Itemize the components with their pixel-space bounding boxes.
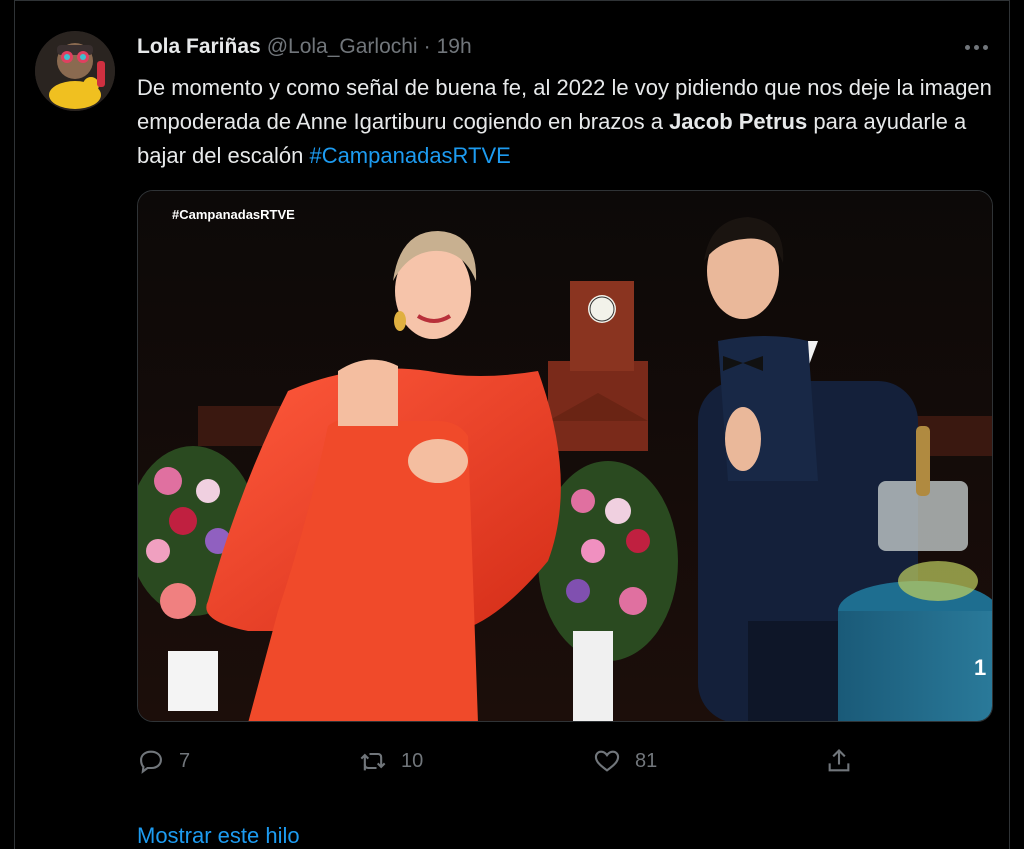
heart-icon [594,750,620,772]
more-icon[interactable] [961,35,991,59]
reply-count: 7 [179,749,191,772]
like-count: 81 [635,749,658,772]
tweet-timestamp[interactable]: 19h [437,35,472,59]
mention-name: Jacob Petrus [669,109,808,134]
avatar[interactable] [35,31,115,111]
tweet[interactable]: Lola Fariñas @Lola_Garlochi · 19h De mom… [14,0,1010,849]
author-name[interactable]: Lola Fariñas [137,35,261,59]
tweet-text: De momento y como señal de buena fe, al … [137,71,997,173]
hashtag-link[interactable]: #CampanadasRTVE [309,143,510,168]
tweet-header: Lola Fariñas @Lola_Garlochi · 19h [137,35,472,61]
tweet-photo[interactable]: #CampanadasRTVE 1 [137,190,993,722]
author-handle[interactable]: @Lola_Garlochi [267,35,418,59]
channel-badge: 1 [974,655,986,680]
retweet-icon [360,752,386,771]
retweet-button[interactable]: 10 [359,747,423,775]
photo-scene: #CampanadasRTVE 1 [138,191,992,721]
separator-dot: · [423,35,431,58]
retweet-count: 10 [401,749,424,772]
show-thread-link[interactable]: Mostrar este hilo [137,823,300,849]
like-button[interactable]: 81 [593,747,657,775]
reply-button[interactable]: 7 [137,747,190,775]
tweet-actions: 7 10 81 [137,743,857,779]
reply-icon [140,750,162,774]
share-icon [828,749,850,772]
share-button[interactable] [825,747,853,775]
photo-watermark: #CampanadasRTVE [172,207,295,222]
